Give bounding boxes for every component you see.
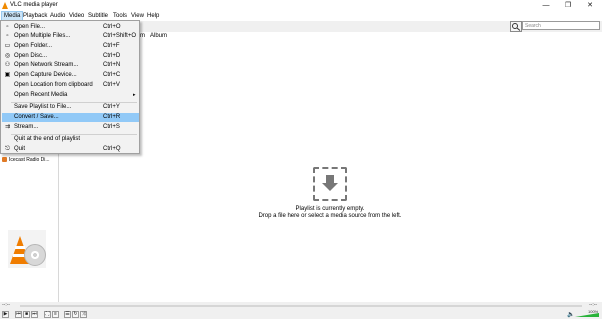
playlist-button[interactable]: ☰ <box>64 311 71 318</box>
play-button[interactable]: ▶ <box>2 311 9 318</box>
sidebar-item-icecast[interactable]: Icecast Radio Di... <box>2 157 50 164</box>
menu-item-save-playlist[interactable]: Save Playlist to File... Ctrl+Y <box>2 103 139 112</box>
speaker-icon[interactable]: 🔈 <box>567 311 574 318</box>
next-button[interactable]: ⏭ <box>31 311 38 318</box>
sidebar-item-label: Icecast Radio Di... <box>9 157 50 163</box>
fullscreen-button[interactable]: ⛶ <box>44 311 51 318</box>
menu-item-open-recent-media[interactable]: Open Recent Media ▸ <box>2 91 139 100</box>
stop-button[interactable]: ■ <box>23 311 30 318</box>
search-input[interactable] <box>522 21 600 30</box>
quit-icon: ⎋ <box>5 146 10 152</box>
media-menu: ▫ Open File... Ctrl+O ▫ Open Multiple Fi… <box>0 20 140 154</box>
extended-settings-button[interactable]: ≡ <box>52 311 59 318</box>
seek-slider[interactable] <box>20 305 582 307</box>
submenu-arrow-icon: ▸ <box>133 92 136 98</box>
total-time: --:-- <box>589 302 598 308</box>
title-bar <box>0 0 602 11</box>
menu-item-open-multiple-files[interactable]: ▫ Open Multiple Files... Ctrl+Shift+O <box>2 32 139 41</box>
shuffle-button[interactable]: ⤨ <box>80 311 87 318</box>
menu-item-open-disc[interactable]: ◎ Open Disc... Ctrl+D <box>2 52 139 61</box>
stream-icon: ⇉ <box>4 124 11 130</box>
maximize-button[interactable]: ❐ <box>557 0 579 11</box>
playback-controls <box>0 310 602 319</box>
loop-button[interactable]: ↻ <box>72 311 79 318</box>
minimize-button[interactable]: — <box>535 0 557 11</box>
cone-stripe <box>15 246 25 249</box>
previous-button[interactable]: ⏮ <box>15 311 22 318</box>
file-icon: ▫ <box>6 24 9 30</box>
close-button[interactable]: ✕ <box>579 0 601 11</box>
playlist-empty-message: Playlist is currently empty. <box>295 206 365 212</box>
network-icon: ⚇ <box>4 62 11 68</box>
folder-icon: ▭ <box>4 43 11 49</box>
menu-item-open-capture-device[interactable]: ▣ Open Capture Device... Ctrl+C <box>2 71 139 80</box>
column-header-title[interactable]: m <box>140 33 145 39</box>
menu-item-open-location-clipboard[interactable]: Open Location from clipboard Ctrl+V <box>2 81 139 90</box>
menu-item-quit-end-playlist[interactable]: Quit at the end of playlist <box>2 135 139 144</box>
menu-item-convert-save[interactable]: Convert / Save... Ctrl+R <box>2 113 139 122</box>
playlist-view-toggle-icon[interactable] <box>510 21 522 32</box>
menu-item-open-folder[interactable]: ▭ Open Folder... Ctrl+F <box>2 42 139 51</box>
menu-item-open-file[interactable]: ▫ Open File... Ctrl+O <box>2 23 139 32</box>
window-title: VLC media player <box>10 2 58 8</box>
vlc-cone-icon <box>2 2 8 9</box>
down-arrow-icon <box>322 183 338 191</box>
down-arrow-icon <box>326 175 334 183</box>
volume-level: 100% <box>588 309 599 314</box>
menu-item-open-network-stream[interactable]: ⚇ Open Network Stream... Ctrl+N <box>2 61 139 70</box>
disc-icon: ◎ <box>4 53 11 59</box>
files-icon: ▫ <box>6 33 9 39</box>
menu-item-stream[interactable]: ⇉ Stream... Ctrl+S <box>2 123 139 132</box>
column-header-album[interactable]: Album <box>150 33 167 39</box>
playlist-drop-hint: Drop a file here or select a media sourc… <box>258 213 402 219</box>
radio-icon <box>2 157 7 163</box>
menu-help[interactable]: Help <box>145 11 161 21</box>
menu-item-quit[interactable]: ⎋ Quit Ctrl+Q <box>2 145 139 154</box>
capture-icon: ▣ <box>4 72 11 78</box>
elapsed-time: --:-- <box>2 302 11 308</box>
magnifier-icon <box>512 23 521 31</box>
disc-art <box>24 244 46 266</box>
